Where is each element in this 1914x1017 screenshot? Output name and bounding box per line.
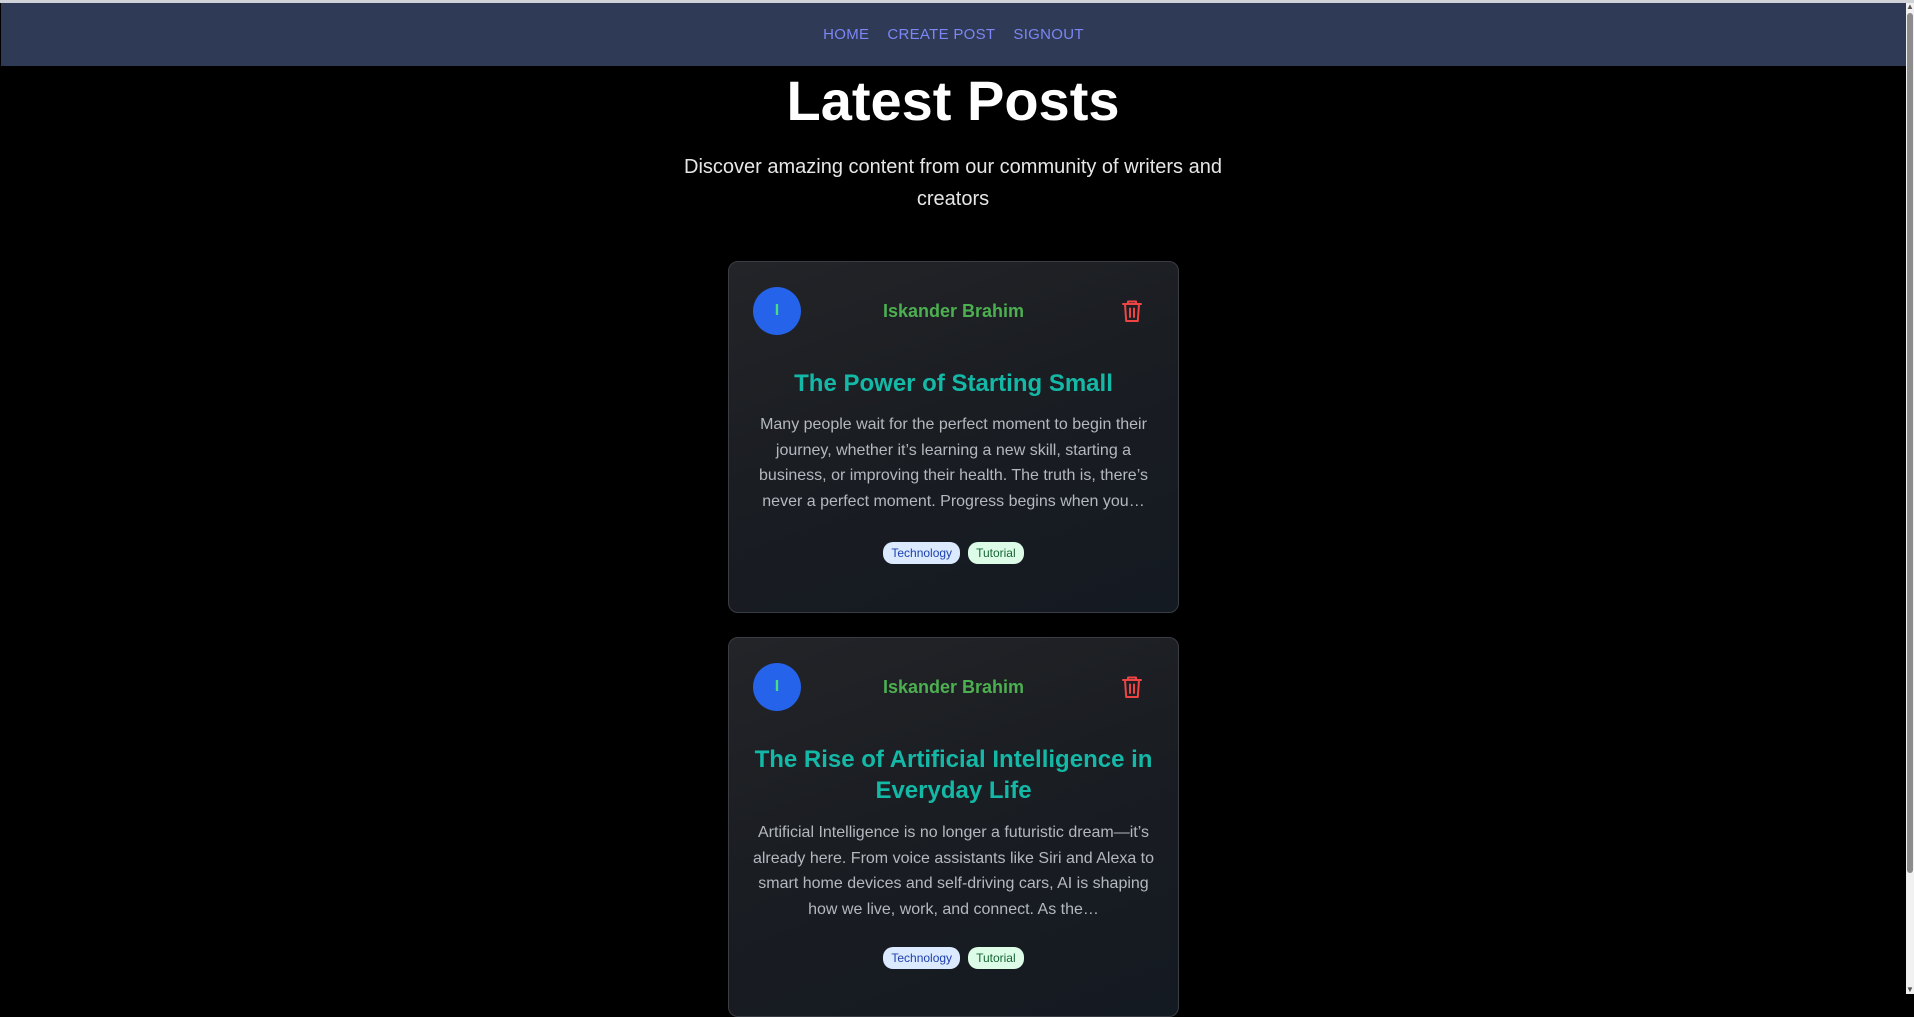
tag-badge: Tutorial bbox=[968, 542, 1024, 564]
trash-icon bbox=[1122, 676, 1142, 698]
post-title[interactable]: The Power of Starting Small bbox=[749, 368, 1158, 399]
nav-home-link[interactable]: HOME bbox=[823, 26, 869, 43]
tag-badge: Tutorial bbox=[968, 947, 1024, 969]
post-tags: Technology Tutorial bbox=[729, 542, 1178, 564]
nav-create-post-link[interactable]: CREATE POST bbox=[887, 26, 995, 43]
post-title[interactable]: The Rise of Artificial Intelligence in E… bbox=[749, 744, 1158, 806]
post-card[interactable]: I Iskander Brahim The Rise of Artificial… bbox=[728, 637, 1179, 1017]
page-title: Latest Posts bbox=[786, 69, 1120, 132]
delete-post-button[interactable] bbox=[1120, 674, 1144, 700]
browser-viewport: HOME CREATE POST SIGNOUT Latest Posts Di… bbox=[0, 0, 1914, 1017]
tag-badge: Technology bbox=[883, 947, 961, 969]
page-scrollbar[interactable]: ▲ ▼ bbox=[1906, 3, 1914, 994]
top-navbar: HOME CREATE POST SIGNOUT bbox=[1, 3, 1906, 66]
scrollbar-thumb[interactable] bbox=[1907, 13, 1913, 873]
delete-post-button[interactable] bbox=[1120, 298, 1144, 324]
tag-badge: Technology bbox=[883, 542, 961, 564]
author-name: Iskander Brahim bbox=[882, 677, 1025, 697]
scroll-up-arrow-icon[interactable]: ▲ bbox=[1906, 3, 1914, 11]
page-subtitle: Discover amazing content from our commun… bbox=[684, 156, 1222, 210]
post-excerpt: Many people wait for the perfect moment … bbox=[759, 416, 1148, 510]
author-avatar: I bbox=[753, 663, 801, 711]
post-excerpt: Artificial Intelligence is no longer a f… bbox=[752, 824, 1155, 918]
scroll-down-arrow-icon[interactable]: ▼ bbox=[1906, 986, 1914, 994]
nav-signout-link[interactable]: SIGNOUT bbox=[1013, 26, 1083, 43]
trash-icon bbox=[1122, 300, 1142, 322]
post-card[interactable]: I Iskander Brahim The Power of Starting … bbox=[728, 261, 1179, 613]
post-tags: Technology Tutorial bbox=[729, 947, 1178, 969]
author-avatar: I bbox=[753, 287, 801, 335]
author-name: Iskander Brahim bbox=[882, 301, 1025, 321]
